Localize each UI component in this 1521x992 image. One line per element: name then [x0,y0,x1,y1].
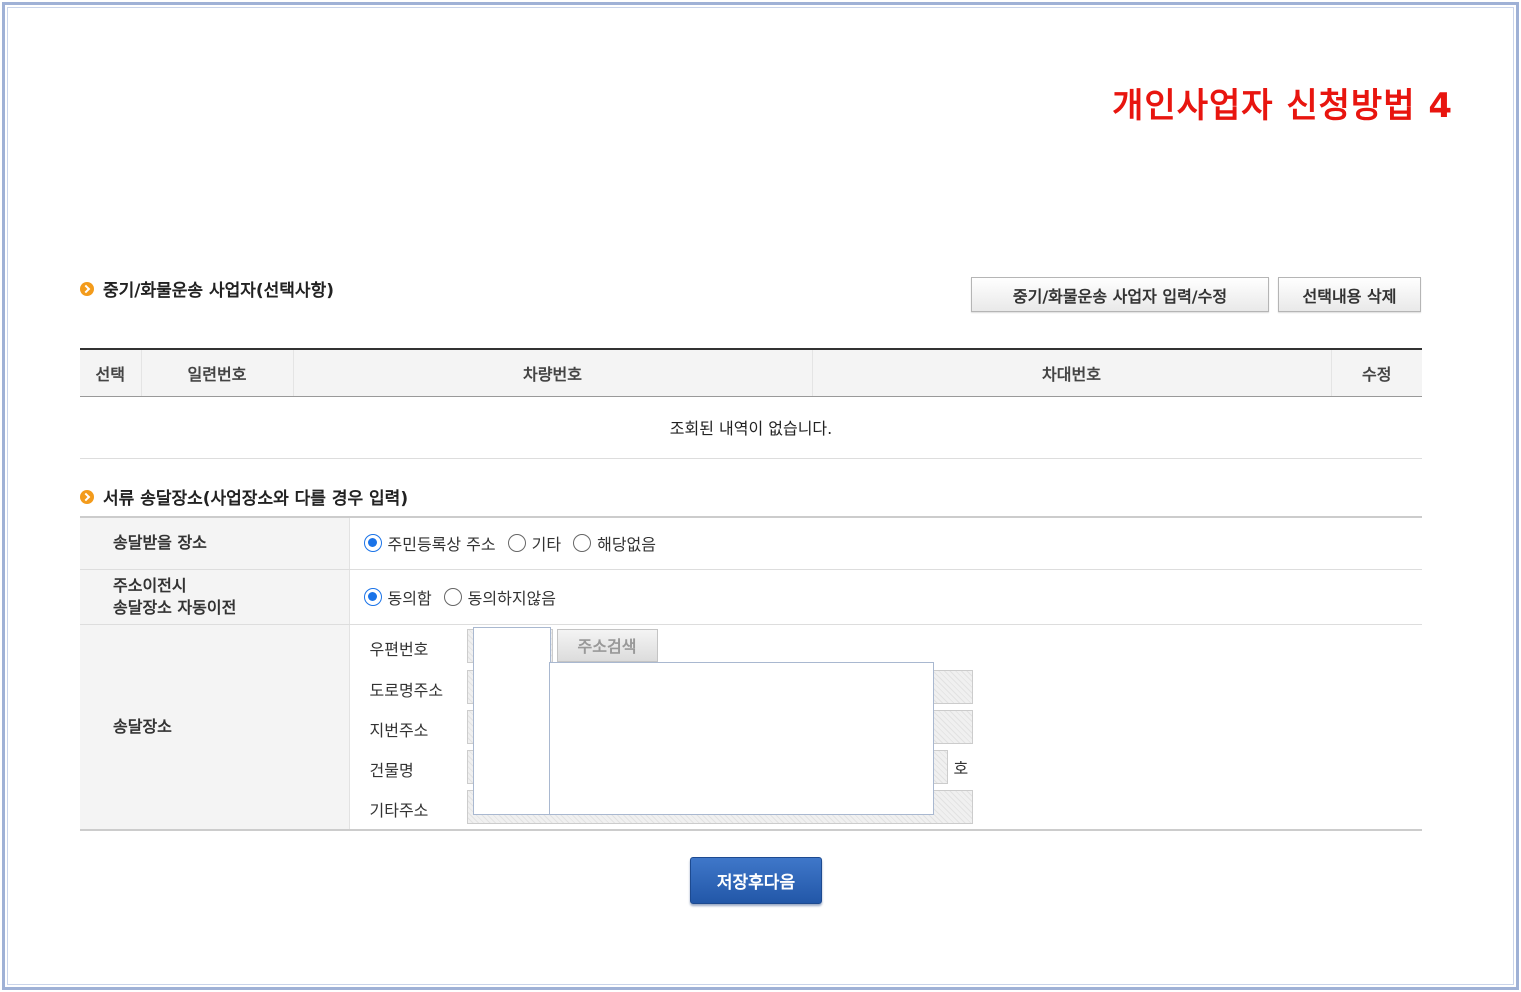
bullet-icon [80,281,94,296]
zip-code-label: 우편번호 [369,639,429,659]
bullet-icon [80,489,94,504]
section-heading-text: 중기/화물운송 사업자(선택사항) [103,281,334,301]
popup-overlay-wide [548,661,934,815]
vehicle-table: 선택 일련번호 차량번호 차대번호 수정 조회된 내역이 없습니다. [80,348,1422,459]
delivery-form-table: 송달받을 장소 주민등록상 주소 기타 해당없음 주소이전시 송달장소 자동이전… [80,516,1422,831]
other-address-label: 기타주소 [369,800,429,820]
address-search-button[interactable]: 주소검색 [556,628,658,662]
radio-not-applicable[interactable] [573,534,592,553]
form-label: 주소이전시 송달장소 자동이전 [80,569,350,625]
radio-label: 동의하지않음 [467,588,556,608]
heavy-equipment-edit-button[interactable]: 중기/화물운송 사업자 입력/수정 [971,277,1269,312]
radio-label: 해당없음 [597,535,656,555]
auto-transfer-radio-group: 동의함 동의하지않음 [363,585,1423,609]
column-header-chassis: 차대번호 [811,348,1331,397]
building-name-label: 건물명 [369,760,414,780]
form-label: 송달장소 [80,624,350,830]
form-label-line: 주소이전시 [113,575,187,595]
section-heading-delivery: 서류 송달장소(사업장소와 다를 경우 입력) [80,484,408,509]
radio-label: 동의함 [387,588,432,608]
ho-suffix: 호 [953,758,969,778]
form-label: 송달받을 장소 [80,517,350,570]
radio-resident-address[interactable] [363,534,382,553]
road-address-label: 도로명주소 [369,680,444,700]
address-block: 우편번호 주소검색 도로명주소 지번주소 건물명 호 기타주소 [350,625,1423,829]
lot-address-label: 지번주소 [369,720,429,740]
form-row-delivery-place: 송달받을 장소 주민등록상 주소 기타 해당없음 [80,517,1423,570]
delete-selection-button[interactable]: 선택내용 삭제 [1278,277,1421,312]
form-row-delivery-address: 송달장소 우편번호 주소검색 도로명주소 지번주소 건물명 호 기타주소 [80,624,1422,830]
page-title: 개인사업자 신청방법 4 [1112,86,1453,126]
column-header-plate: 차량번호 [292,348,812,397]
column-header-edit: 수정 [1330,348,1422,397]
popup-overlay-narrow [472,626,551,815]
table-row: 조회된 내역이 없습니다. [80,396,1422,459]
column-header-serial: 일련번호 [140,348,293,397]
form-row-auto-transfer: 주소이전시 송달장소 자동이전 동의함 동의하지않음 [80,569,1423,625]
section-heading-heavy-equipment: 중기/화물운송 사업자(선택사항) [80,276,334,301]
table-header-row: 선택 일련번호 차량번호 차대번호 수정 [80,348,1422,397]
radio-label: 주민등록상 주소 [387,535,496,555]
form-label-line: 송달장소 자동이전 [113,597,237,617]
radio-label: 기타 [531,535,562,555]
radio-disagree[interactable] [443,587,462,606]
empty-message: 조회된 내역이 없습니다. [80,396,1422,459]
save-and-next-button[interactable]: 저장후다음 [690,857,822,904]
radio-agree[interactable] [363,587,382,606]
column-header-select: 선택 [80,348,141,397]
section-heading-text: 서류 송달장소(사업장소와 다를 경우 입력) [103,489,409,509]
delivery-place-radio-group: 주민등록상 주소 기타 해당없음 [363,531,1423,555]
radio-other[interactable] [507,534,526,553]
